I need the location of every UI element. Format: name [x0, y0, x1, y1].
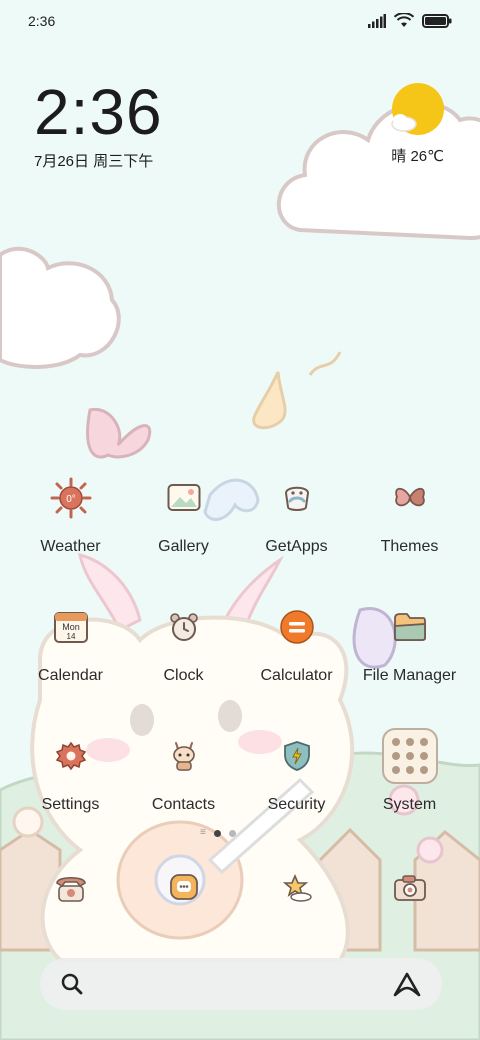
message-bubble-icon	[156, 860, 212, 916]
app-label: GetApps	[265, 538, 328, 555]
weather-text: 晴 26℃	[391, 148, 444, 165]
wifi-icon	[394, 13, 414, 27]
app-label: System	[382, 796, 437, 813]
dock	[14, 860, 466, 916]
clock-widget[interactable]: 2:36 7月26日 周三下午	[34, 80, 163, 171]
assistant-icon[interactable]	[392, 971, 422, 997]
app-system-folder[interactable]: System	[353, 728, 466, 814]
app-gallery[interactable]: Gallery	[127, 470, 240, 556]
status-time: 2:36	[28, 13, 56, 29]
calendar-day: Mon	[62, 622, 80, 632]
page-indicator[interactable]: ≡	[200, 828, 236, 838]
app-getapps[interactable]: GetApps	[240, 470, 353, 556]
clock-date: 7月26日 周三下午	[34, 153, 154, 170]
dock-browser[interactable]	[240, 860, 353, 916]
app-label: Settings	[41, 796, 100, 813]
app-label: Security	[267, 796, 326, 813]
dock-phone[interactable]	[14, 860, 127, 916]
alarm-clock-icon	[156, 599, 212, 655]
app-label: Gallery	[158, 538, 209, 555]
butterfly-icon	[382, 470, 438, 526]
dock-messages[interactable]	[127, 860, 240, 916]
calendar-icon: Mon 14	[43, 599, 99, 655]
flower-right-2	[416, 836, 444, 864]
shield-icon	[269, 728, 325, 784]
battery-icon	[422, 14, 452, 28]
app-grid: 0° Weather Gallery GetApps Themes Mon 14…	[14, 470, 466, 814]
app-calculator[interactable]: Calculator	[240, 599, 353, 685]
app-settings[interactable]: Settings	[14, 728, 127, 814]
folder-icon	[382, 599, 438, 655]
app-contacts[interactable]: Contacts	[127, 728, 240, 814]
weather-widget[interactable]: 晴 26℃	[391, 145, 444, 166]
deer-character-icon	[156, 728, 212, 784]
app-security[interactable]: Security	[240, 728, 353, 814]
equals-icon	[269, 599, 325, 655]
search-bar[interactable]	[40, 958, 442, 1010]
page-dot	[228, 829, 236, 837]
bag-icon	[269, 470, 325, 526]
search-icon[interactable]	[60, 972, 84, 996]
star-browser-icon	[269, 860, 325, 916]
menu-lines-icon: ≡	[200, 827, 206, 838]
status-icons	[368, 13, 452, 29]
calendar-date: 14	[66, 632, 75, 641]
dock-camera[interactable]	[353, 860, 466, 916]
page-dot-active	[213, 829, 221, 837]
app-clock[interactable]: Clock	[127, 599, 240, 685]
weather-icon-degree: 0°	[66, 494, 76, 505]
camera-icon	[382, 860, 438, 916]
app-label: Weather	[40, 538, 101, 555]
app-label: Themes	[380, 538, 439, 555]
landscape-picture-icon	[156, 470, 212, 526]
folder-grid-icon	[381, 728, 438, 784]
app-calendar[interactable]: Mon 14 Calendar	[14, 599, 127, 685]
app-weather[interactable]: 0° Weather	[14, 470, 127, 556]
app-label: Calendar	[38, 667, 103, 684]
status-bar: 2:36	[0, 0, 480, 42]
app-label: File Manager	[362, 667, 457, 684]
signal-icon	[368, 14, 386, 28]
sun-cloud-icon	[391, 83, 444, 135]
clock-time: 2:36	[34, 76, 163, 148]
telephone-icon	[43, 860, 99, 916]
app-label: Clock	[163, 667, 204, 684]
app-label: Calculator	[260, 667, 333, 684]
gear-icon	[43, 728, 99, 784]
app-file-manager[interactable]: File Manager	[353, 599, 466, 685]
app-label: Contacts	[151, 796, 216, 813]
app-themes[interactable]: Themes	[353, 470, 466, 556]
sun-icon: 0°	[43, 470, 99, 526]
